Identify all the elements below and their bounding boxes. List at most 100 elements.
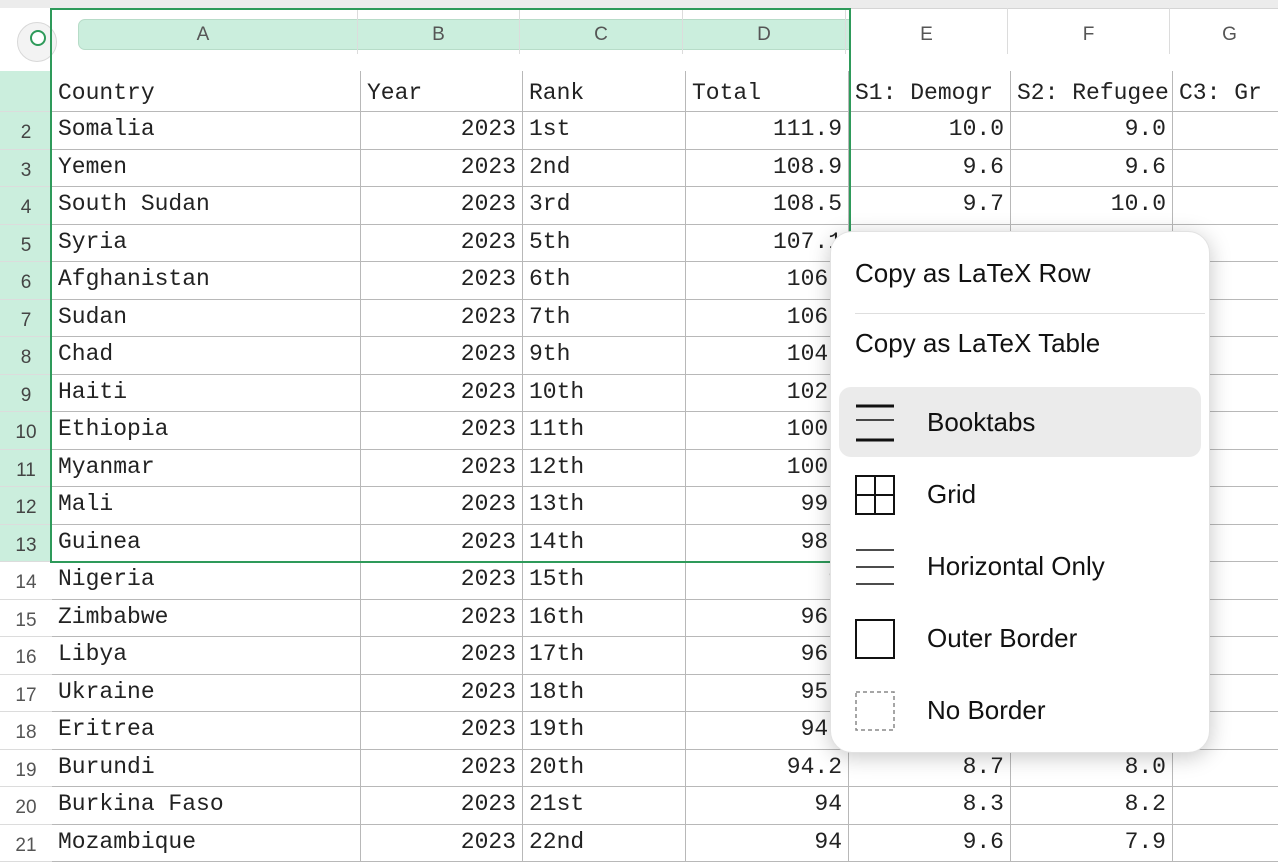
table-cell[interactable]: 11th [523, 412, 686, 450]
table-cell[interactable]: Nigeria [52, 562, 361, 600]
table-cell[interactable]: 2023 [361, 149, 523, 187]
table-cell[interactable]: 2023 [361, 487, 523, 525]
table-cell[interactable]: 7.9 [1011, 824, 1173, 862]
header-cell-b[interactable]: Year [361, 71, 523, 112]
table-cell[interactable]: Burkina Faso [52, 787, 361, 825]
row-header-5[interactable]: 5 [0, 224, 52, 262]
table-cell[interactable]: 9.6 [849, 149, 1011, 187]
table-cell[interactable]: 6th [523, 262, 686, 300]
table-cell[interactable]: 13th [523, 487, 686, 525]
table-cell[interactable]: 99. [686, 487, 849, 525]
row-header-12[interactable]: 12 [0, 487, 52, 525]
style-option-booktabs[interactable]: Booktabs [839, 387, 1201, 457]
select-all-corner[interactable] [0, 8, 57, 70]
table-cell[interactable]: Ukraine [52, 674, 361, 712]
table-cell[interactable]: 106. [686, 299, 849, 337]
table-cell[interactable]: 94 [686, 787, 849, 825]
table-cell[interactable]: 10.0 [1011, 187, 1173, 225]
table-cell[interactable]: Zimbabwe [52, 599, 361, 637]
row-header-8[interactable]: 8 [0, 337, 52, 375]
table-cell[interactable]: 5th [523, 224, 686, 262]
row-header-16[interactable]: 16 [0, 637, 52, 675]
table-cell[interactable]: 107.1 [686, 224, 849, 262]
table-cell[interactable]: Haiti [52, 374, 361, 412]
table-cell[interactable]: 2023 [361, 112, 523, 150]
row-header-9[interactable]: 9 [0, 374, 52, 412]
table-cell[interactable]: Burundi [52, 749, 361, 787]
table-cell[interactable]: Sudan [52, 299, 361, 337]
table-cell[interactable]: Yemen [52, 149, 361, 187]
table-cell[interactable]: 21st [523, 787, 686, 825]
table-cell[interactable]: 106. [686, 262, 849, 300]
row-header-1[interactable] [0, 71, 52, 112]
header-cell-f[interactable]: S2: Refugee [1011, 71, 1173, 112]
table-cell[interactable]: 1st [523, 112, 686, 150]
column-header-c[interactable]: C [520, 8, 683, 54]
table-cell[interactable]: 2023 [361, 637, 523, 675]
column-header-f[interactable]: F [1008, 8, 1170, 54]
row-header-18[interactable]: 18 [0, 712, 52, 750]
table-cell[interactable]: Guinea [52, 524, 361, 562]
table-cell[interactable]: 19th [523, 712, 686, 750]
column-header-g[interactable]: G [1170, 8, 1278, 54]
table-cell[interactable]: 98. [686, 524, 849, 562]
table-cell[interactable]: 2023 [361, 787, 523, 825]
table-cell[interactable]: 94.2 [686, 749, 849, 787]
table-cell[interactable]: 2023 [361, 674, 523, 712]
table-cell[interactable]: Mozambique [52, 824, 361, 862]
table-cell[interactable]: 100. [686, 449, 849, 487]
style-option-grid[interactable]: Grid [839, 459, 1201, 529]
table-cell[interactable]: Syria [52, 224, 361, 262]
table-cell[interactable]: Eritrea [52, 712, 361, 750]
row-header-20[interactable]: 20 [0, 787, 52, 825]
table-cell[interactable]: 111.9 [686, 112, 849, 150]
table-cell[interactable]: 2023 [361, 187, 523, 225]
table-cell[interactable]: 94 [686, 824, 849, 862]
table-cell[interactable] [1173, 150, 1278, 187]
table-cell[interactable]: 2023 [361, 449, 523, 487]
row-header-17[interactable]: 17 [0, 675, 52, 712]
table-cell[interactable]: 94. [686, 712, 849, 750]
header-cell-a[interactable]: Country [52, 71, 361, 112]
row-header-13[interactable]: 13 [0, 524, 52, 562]
table-cell[interactable]: 2023 [361, 412, 523, 450]
table-cell[interactable] [1173, 187, 1278, 225]
table-cell[interactable]: 14th [523, 524, 686, 562]
table-cell[interactable] [1173, 750, 1278, 787]
header-cell-g[interactable]: C3: Gr [1173, 71, 1278, 112]
table-cell[interactable]: 2023 [361, 374, 523, 412]
table-cell[interactable]: 15th [523, 562, 686, 600]
table-cell[interactable]: 2023 [361, 337, 523, 375]
table-cell[interactable]: 9.6 [849, 824, 1011, 862]
table-cell[interactable]: 2nd [523, 149, 686, 187]
column-header-d[interactable]: D [683, 8, 846, 54]
table-cell[interactable]: Libya [52, 637, 361, 675]
table-cell[interactable]: 9 [686, 562, 849, 600]
style-option-no-border[interactable]: No Border [839, 675, 1201, 745]
table-cell[interactable]: 2023 [361, 562, 523, 600]
row-header-2[interactable]: 2 [0, 112, 52, 150]
row-header-14[interactable]: 14 [0, 562, 52, 600]
table-cell[interactable]: 2023 [361, 712, 523, 750]
table-cell[interactable]: 20th [523, 749, 686, 787]
row-header-3[interactable]: 3 [0, 149, 52, 187]
column-header-e[interactable]: E [846, 8, 1008, 54]
style-option-outer-border[interactable]: Outer Border [839, 603, 1201, 673]
table-cell[interactable]: 8.0 [1011, 749, 1173, 787]
table-cell[interactable]: 2023 [361, 299, 523, 337]
table-cell[interactable]: 9.7 [849, 187, 1011, 225]
table-cell[interactable]: 9.0 [1011, 112, 1173, 150]
table-cell[interactable]: 12th [523, 449, 686, 487]
table-cell[interactable]: 2023 [361, 524, 523, 562]
table-cell[interactable]: 10th [523, 374, 686, 412]
table-cell[interactable]: 2023 [361, 262, 523, 300]
copy-latex-row-item[interactable]: Copy as LaTeX Row [855, 258, 1091, 289]
table-cell[interactable]: 2023 [361, 599, 523, 637]
table-cell[interactable] [1173, 825, 1278, 862]
table-cell[interactable]: 2023 [361, 824, 523, 862]
table-cell[interactable]: Mali [52, 487, 361, 525]
table-cell[interactable]: 10.0 [849, 112, 1011, 150]
table-cell[interactable]: Ethiopia [52, 412, 361, 450]
table-cell[interactable]: 8.7 [849, 749, 1011, 787]
table-cell[interactable]: Afghanistan [52, 262, 361, 300]
